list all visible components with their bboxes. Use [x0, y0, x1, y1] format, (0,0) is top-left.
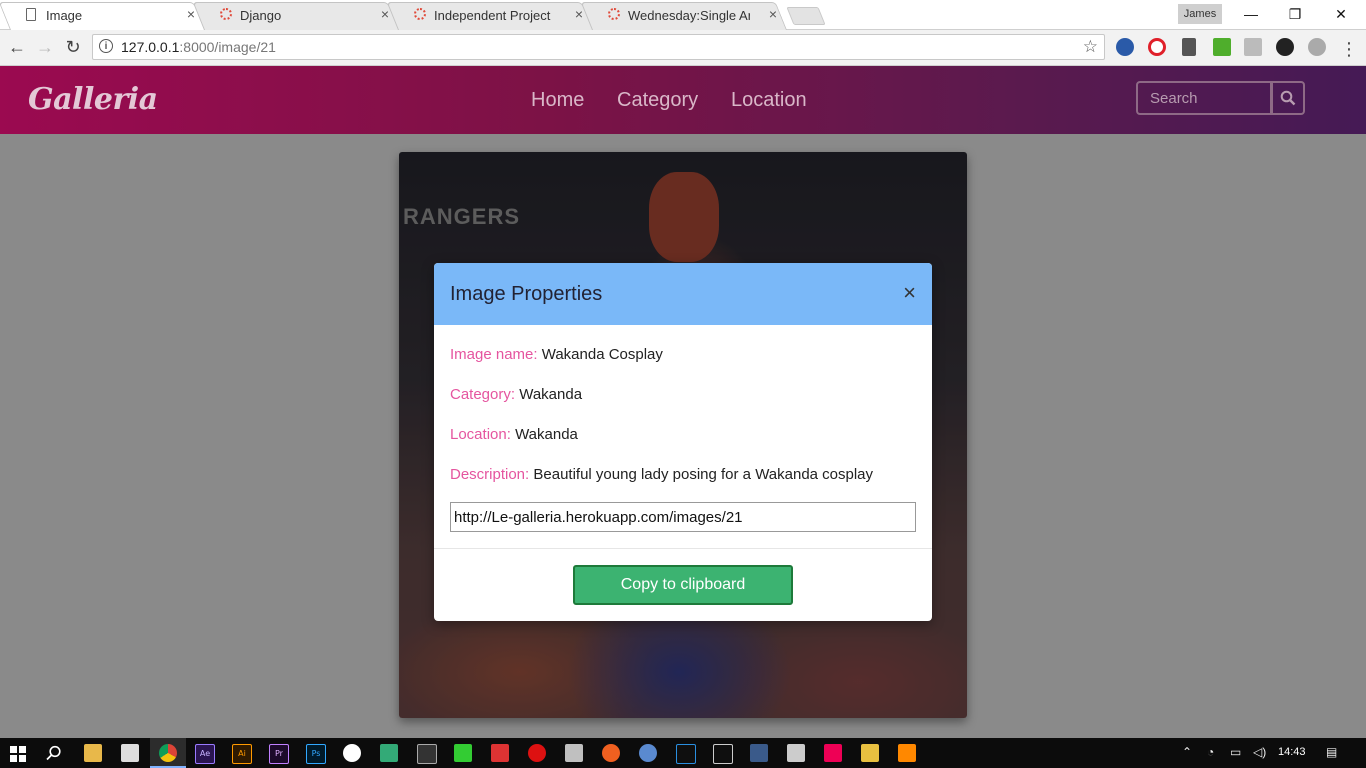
property-image-name: Image name: Wakanda Cosplay [450, 346, 663, 363]
loading-icon [608, 8, 620, 20]
search-input[interactable] [1136, 81, 1272, 115]
property-label: Category: [450, 386, 516, 403]
app-icon[interactable] [528, 744, 546, 762]
extension-icon[interactable] [1116, 38, 1134, 56]
property-label: Image name: [450, 346, 538, 363]
app-icon[interactable] [454, 744, 472, 762]
wifi-icon[interactable]: ◔ [1207, 745, 1214, 759]
image-properties-modal: Image Properties × Image name: Wakanda C… [434, 263, 932, 621]
extension-grid-icon[interactable] [1244, 38, 1262, 56]
clock[interactable]: 14:43 [1278, 746, 1306, 758]
window-close-button[interactable]: ✕ [1318, 0, 1364, 28]
property-value: Wakanda Cosplay [541, 346, 663, 363]
menu-kebab-icon[interactable]: ⋮ [1338, 38, 1360, 60]
vlc-icon[interactable] [898, 744, 916, 762]
git-icon[interactable] [380, 744, 398, 762]
property-category: Category: Wakanda [450, 386, 582, 403]
extension-icon[interactable] [1308, 38, 1326, 56]
after-effects-icon[interactable]: Ae [195, 744, 215, 764]
modal-header: Image Properties × [434, 263, 932, 325]
tab-independent-project[interactable]: Independent Project × [386, 0, 593, 30]
copy-to-clipboard-button[interactable]: Copy to clipboard [573, 565, 793, 605]
site-navbar: Galleria Home Category Location [0, 66, 1366, 134]
brand-logo[interactable]: Galleria [28, 82, 158, 117]
property-label: Location: [450, 426, 511, 443]
page-icon [26, 8, 36, 21]
tab-title: Image [46, 8, 83, 23]
nav-location[interactable]: Location [731, 89, 807, 112]
property-description: Description: Beautiful young lady posing… [450, 466, 873, 483]
volume-icon[interactable]: ◁) [1253, 745, 1266, 759]
modal-divider [434, 548, 932, 549]
taskbar-search-icon[interactable] [46, 745, 62, 761]
app-icon[interactable] [787, 744, 805, 762]
app-icon[interactable] [491, 744, 509, 762]
app-icon[interactable] [602, 744, 620, 762]
download-extension-icon[interactable] [1213, 38, 1231, 56]
property-label: Description: [450, 466, 530, 483]
app-icon[interactable] [343, 744, 361, 762]
photo-signage: RANGERS [403, 204, 521, 229]
windows-start-icon[interactable] [10, 746, 26, 762]
store-icon[interactable] [121, 744, 139, 762]
app-icon[interactable] [824, 744, 842, 762]
battery-icon[interactable]: ▭ [1230, 745, 1241, 759]
virtualbox-icon[interactable] [713, 744, 733, 764]
property-value: Wakanda [519, 386, 583, 403]
file-explorer-icon[interactable] [84, 744, 102, 762]
image-link-field[interactable] [450, 502, 916, 532]
bookmark-star-icon[interactable]: ☆ [1083, 37, 1098, 57]
info-icon[interactable]: i [99, 39, 113, 53]
restore-button[interactable]: ❐ [1272, 0, 1318, 28]
chrome-icon[interactable] [159, 744, 177, 762]
url-text[interactable]: 127.0.0.1:8000/image/21 [121, 39, 276, 55]
illustrator-icon[interactable]: Ai [232, 744, 252, 764]
loading-icon [220, 8, 232, 20]
notification-icon[interactable]: ▤ [1326, 745, 1337, 759]
profile-button[interactable]: James [1178, 4, 1222, 24]
reload-button[interactable]: ↻ [62, 36, 84, 58]
property-value: Wakanda [515, 426, 578, 443]
vscode-icon[interactable] [676, 744, 696, 764]
opera-extension-icon[interactable] [1148, 38, 1166, 56]
app-icon[interactable] [639, 744, 657, 762]
tab-title: Wednesday:Single Article [628, 8, 750, 23]
photoshop-icon[interactable]: Ps [306, 744, 326, 764]
tab-title: Django [240, 8, 282, 23]
app-icon[interactable] [750, 744, 768, 762]
tab-image[interactable]: Image × [0, 0, 205, 30]
tab-wednesday-single-article[interactable]: Wednesday:Single Article × [580, 0, 787, 30]
loading-icon [414, 8, 426, 20]
new-tab-button[interactable] [786, 7, 826, 25]
minimize-button[interactable]: — [1228, 0, 1274, 28]
modal-title: Image Properties [450, 283, 603, 305]
close-icon[interactable]: × [903, 282, 916, 304]
extension-icon[interactable] [1276, 38, 1294, 56]
address-bar[interactable]: i 127.0.0.1:8000/image/21 ☆ [92, 34, 1105, 60]
tab-django[interactable]: Django × [192, 0, 399, 30]
search-button[interactable] [1271, 81, 1305, 115]
app-icon[interactable] [861, 744, 879, 762]
pdf-icon[interactable] [565, 744, 583, 762]
nav-category[interactable]: Category [617, 89, 698, 112]
tab-close-icon[interactable]: × [765, 6, 781, 22]
back-button[interactable]: ← [6, 36, 28, 58]
property-location: Location: Wakanda [450, 426, 578, 443]
tray-chevron-icon[interactable]: ⌃ [1182, 745, 1192, 759]
terminal-icon[interactable] [417, 744, 437, 764]
windows-taskbar: Ae Ai Pr Ps ⌃ ◔ ▭ ◁) 14:43 ▤ [0, 738, 1366, 768]
premiere-icon[interactable]: Pr [269, 744, 289, 764]
color-picker-extension-icon[interactable] [1182, 38, 1196, 56]
tab-title: Independent Project [434, 8, 551, 23]
property-value: Beautiful young lady posing for a Wakand… [533, 466, 874, 483]
nav-home[interactable]: Home [531, 89, 584, 112]
search-icon [1280, 90, 1296, 106]
forward-button[interactable]: → [34, 36, 56, 58]
browser-tab-strip: Image × Django × Independent Project × W… [0, 0, 1366, 30]
